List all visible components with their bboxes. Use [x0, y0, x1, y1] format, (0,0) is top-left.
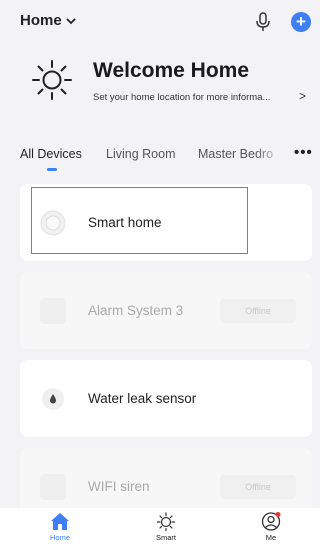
square-device-icon — [40, 474, 66, 500]
home-icon — [30, 512, 90, 531]
welcome-title: Welcome Home — [93, 59, 249, 82]
tab-living-room[interactable]: Living Room — [106, 147, 175, 161]
chevron-down-icon — [66, 16, 76, 28]
home-selector[interactable]: Home — [20, 12, 76, 29]
microphone-icon[interactable] — [254, 11, 272, 33]
nav-me-label: Me — [265, 533, 277, 542]
tab-active-indicator — [47, 168, 57, 171]
chevron-right-icon: > — [299, 89, 307, 103]
water-drop-icon — [40, 386, 66, 412]
nav-home[interactable]: Home — [30, 512, 90, 542]
device-name: Water leak sensor — [88, 391, 197, 406]
device-card-water-leak-sensor[interactable]: Water leak sensor — [20, 360, 312, 437]
nav-smart[interactable]: Smart — [136, 512, 196, 542]
more-options-icon[interactable]: ••• — [294, 144, 313, 161]
offline-badge: Offline — [220, 299, 296, 323]
nav-home-label: Home — [49, 533, 70, 542]
device-name: Alarm System 3 — [88, 303, 184, 318]
nav-smart-label: Smart — [155, 533, 176, 542]
device-name: WIFI siren — [88, 479, 150, 494]
plus-icon: + — [296, 12, 306, 31]
add-device-button[interactable]: + — [291, 12, 311, 32]
offline-badge: Offline — [220, 475, 296, 499]
top-bar: Home + — [0, 0, 320, 44]
tab-all-devices[interactable]: All Devices — [20, 147, 82, 161]
sun-icon — [30, 58, 74, 102]
square-device-icon — [40, 298, 66, 324]
welcome-banner[interactable]: Welcome Home Set your home location for … — [0, 46, 320, 116]
home-selector-label: Home — [20, 12, 62, 29]
nav-me[interactable]: Me — [241, 512, 301, 542]
user-icon — [241, 512, 301, 531]
tab-fade — [255, 140, 291, 170]
welcome-subtitle: Set your home location for more informa.… — [93, 92, 271, 103]
sun-outline-icon — [136, 512, 196, 531]
device-card-alarm-system-3[interactable]: Alarm System 3 Offline — [20, 272, 312, 349]
highlight-box — [31, 187, 248, 254]
bottom-nav: Home Smart Me — [0, 508, 320, 549]
